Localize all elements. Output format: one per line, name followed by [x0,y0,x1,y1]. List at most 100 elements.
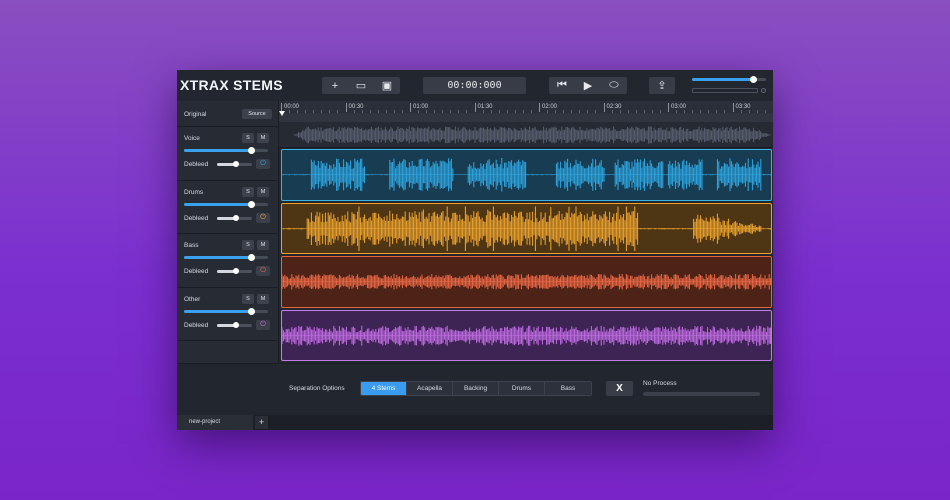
ruler-minor-tick [434,110,436,113]
process-button[interactable]: X [606,381,633,396]
ruler-minor-tick [514,110,516,113]
ruler-minor-tick [571,110,573,113]
separation-option[interactable]: Backing [453,382,499,395]
separation-option[interactable]: Acapella [407,382,453,395]
debleed-label: Debleed [184,268,209,275]
ruler-minor-tick [579,110,581,113]
debleed-slider[interactable] [217,321,252,328]
separation-option[interactable]: Drums [499,382,545,395]
waveform-lanes [279,122,773,363]
track-volume-knob[interactable] [248,200,256,208]
export-group: ⇪ [649,77,675,94]
debleed-power-button[interactable]: ⏻ [256,266,270,276]
master-volume-slider[interactable] [692,76,766,83]
open-button[interactable]: ▭ [348,77,374,94]
track-volume-knob[interactable] [248,147,256,154]
separation-option[interactable]: Bass [545,382,591,395]
ruler-minor-tick [313,110,315,113]
ruler-minor-tick [555,110,557,113]
ruler-minor-tick [442,110,444,113]
ruler-minor-tick [635,110,637,113]
debleed-knob[interactable] [233,161,240,167]
track-volume-knob[interactable] [248,307,256,315]
voice-waveform-lane[interactable] [281,149,772,201]
debleed-slider[interactable] [217,161,252,167]
save-button[interactable]: ▣ [374,77,400,94]
level-meter [692,88,758,93]
ruler-minor-tick [506,110,508,113]
ruler-minor-tick [337,110,339,113]
ruler-minor-tick [530,110,532,113]
separation-option[interactable]: 4 Stems [361,382,407,395]
export-button[interactable]: ⇪ [649,77,675,94]
track-headers: Original Source Voice S M Debleed ⏻ Drums S M De… [177,101,279,363]
transport-group: ⏮ ▶ ⬭ [549,77,627,94]
ruler-minor-tick [563,110,565,113]
track-volume-slider[interactable] [184,200,268,208]
mute-button[interactable]: M [257,186,269,197]
ruler-minor-tick [659,110,661,113]
project-tab[interactable]: new-project [177,415,253,430]
debleed-label: Debleed [184,161,209,168]
debleed-power-button[interactable]: ⏻ [256,212,270,223]
solo-button[interactable]: S [242,240,254,250]
top-toolbar: XTRAX STEMS + ▭ ▣ 00:00:000 ⏮ ▶ ⬭ ⇪ [177,70,773,101]
ruler-minor-tick [611,110,613,113]
ruler-minor-tick [418,110,420,113]
power-icon: ⏻ [260,160,266,167]
ruler-minor-tick [708,110,710,113]
debleed-knob[interactable] [233,214,240,221]
drums-waveform-lane[interactable] [281,202,772,254]
ruler-minor-tick [369,110,371,113]
bass-waveform-lane[interactable] [281,256,772,308]
track-volume-knob[interactable] [248,254,256,261]
track-header-other: Other S M Debleed ⏻ [177,288,279,341]
original-waveform-lane[interactable] [279,122,773,148]
voice-waveform [282,158,771,192]
ruler-minor-tick [305,110,307,113]
debleed-slider[interactable] [217,214,252,221]
solo-button[interactable]: S [242,133,254,143]
debleed-knob[interactable] [233,321,240,328]
solo-button[interactable]: S [242,293,254,304]
skip-back-button[interactable]: ⏮ [549,77,575,94]
ruler-minor-tick [643,110,645,113]
track-name: Drums [184,188,204,196]
master-volume-knob[interactable] [749,76,757,83]
separation-options: 4 Stems Acapella Backing Drums Bass [360,381,592,396]
export-icon: ⇪ [657,80,667,92]
power-icon: ⏻ [260,320,266,328]
track-header-bass: Bass S M Debleed ⏻ [177,234,279,288]
track-volume-slider[interactable] [184,254,268,261]
add-tab-button[interactable]: + [255,416,268,429]
ruler-minor-tick [353,110,355,113]
timeline-ruler[interactable]: 00:00 00:30 01:00 01:30 02:00 02:30 03:00 03:30 [279,101,773,122]
loop-button[interactable]: ⬭ [601,77,627,94]
debleed-power-button[interactable]: ⏻ [256,159,270,169]
debleed-knob[interactable] [233,268,240,274]
new-project-button[interactable]: + [322,77,348,94]
ruler-minor-tick [466,110,468,113]
process-status: No Process [643,380,677,387]
ruler-minor-tick [684,110,686,113]
play-button[interactable]: ▶ [575,77,601,94]
solo-button[interactable]: S [242,186,254,197]
ruler-minor-tick [587,110,589,113]
ruler-minor-tick [522,110,524,113]
source-button[interactable]: Source [242,109,272,119]
other-waveform-lane[interactable] [281,309,772,361]
track-volume-slider[interactable] [184,307,268,315]
original-waveform [293,126,771,144]
debleed-power-button[interactable]: ⏻ [256,319,270,330]
mute-button[interactable]: M [257,293,269,304]
playhead-marker[interactable] [279,111,285,116]
play-icon: ▶ [583,80,593,92]
debleed-slider[interactable] [217,268,252,274]
ruler-minor-tick [393,110,395,113]
ruler-minor-tick [627,110,629,113]
ruler-minor-tick [595,110,597,113]
mute-button[interactable]: M [257,133,269,143]
loop-region-strip[interactable] [279,113,773,122]
track-volume-slider[interactable] [184,147,268,154]
mute-button[interactable]: M [257,240,269,250]
